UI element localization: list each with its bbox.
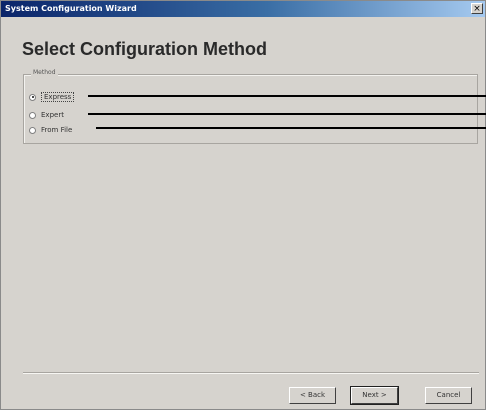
back-button[interactable]: < Back <box>289 387 336 404</box>
method-groupbox <box>23 74 478 144</box>
close-icon: × <box>473 4 481 14</box>
radio-from-file-indicator[interactable] <box>29 126 36 134</box>
radio-from-file-label: From File <box>41 126 73 134</box>
next-button[interactable]: Next > <box>350 386 399 405</box>
radio-express[interactable]: Express <box>29 91 75 103</box>
radio-expert-indicator[interactable] <box>29 111 36 119</box>
radio-expert[interactable]: Expert <box>29 109 64 121</box>
wizard-window: System Configuration Wizard × Select Con… <box>0 0 486 410</box>
footer-separator <box>23 372 479 374</box>
method-group-label: Method <box>31 69 58 76</box>
page-title: Select Configuration Method <box>22 39 267 59</box>
radio-from-file[interactable]: From File <box>29 124 72 136</box>
title-bar[interactable]: System Configuration Wizard × <box>1 1 485 17</box>
window-title: System Configuration Wizard <box>5 4 137 13</box>
callout-line-express <box>88 95 486 97</box>
cancel-button[interactable]: Cancel <box>425 387 472 404</box>
callout-line-from-file <box>96 127 486 129</box>
radio-expert-label: Expert <box>41 111 64 119</box>
close-button[interactable]: × <box>471 3 483 14</box>
radio-express-indicator[interactable] <box>29 93 36 101</box>
callout-line-expert <box>88 113 486 115</box>
radio-express-label: Express <box>41 92 75 102</box>
